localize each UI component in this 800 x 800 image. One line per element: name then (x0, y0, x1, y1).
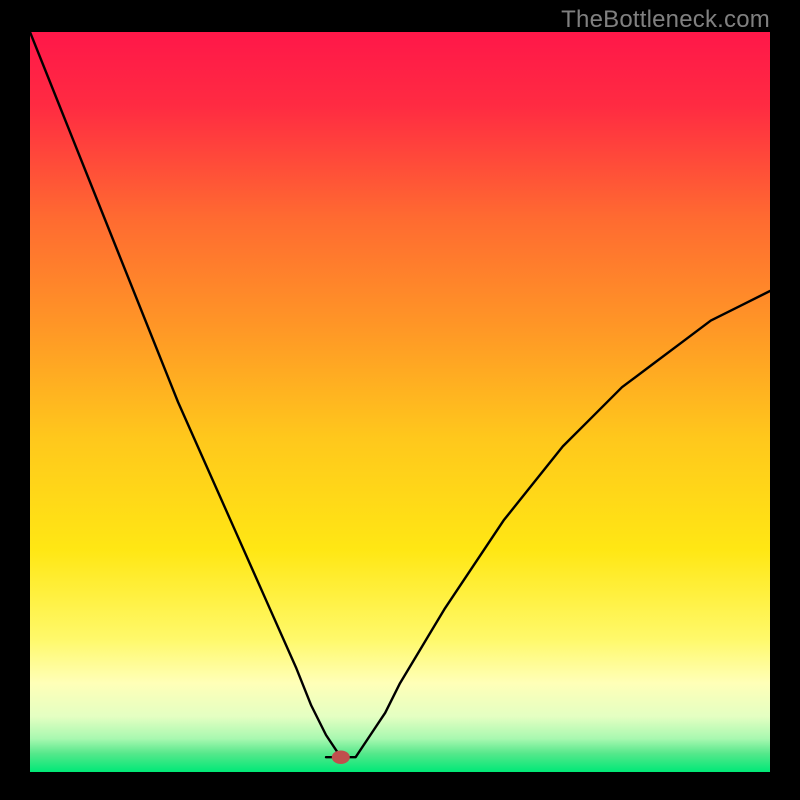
watermark-text: TheBottleneck.com (561, 6, 770, 34)
bottleneck-chart (30, 32, 770, 772)
chart-frame: TheBottleneck.com (0, 0, 800, 800)
optimal-point-marker (332, 750, 350, 764)
chart-background (30, 32, 770, 772)
